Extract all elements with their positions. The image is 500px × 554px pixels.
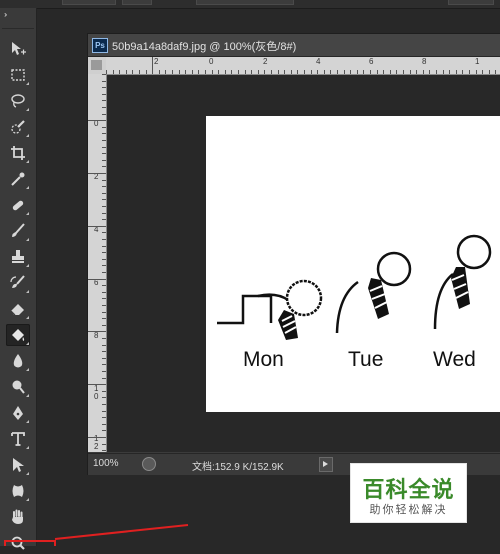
options-bar-control[interactable]: [62, 0, 116, 5]
ruler-label: 2: [94, 172, 99, 181]
panel-collapse-icon[interactable]: ››: [4, 10, 8, 19]
ruler-label: 8: [422, 57, 427, 66]
quick-selection-icon[interactable]: [6, 116, 30, 138]
ruler-label: 2: [154, 57, 159, 66]
move-tool-icon[interactable]: [6, 38, 30, 60]
vertical-ruler[interactable]: 0 2 4 6 8 1 0 1 2: [88, 74, 107, 452]
ruler-label: 4: [316, 57, 321, 66]
proof-setup-icon[interactable]: [142, 457, 156, 471]
watermark-title: 百科全说: [362, 477, 455, 502]
dodge-icon[interactable]: [6, 376, 30, 398]
day-label-mon: Mon: [243, 348, 284, 371]
healing-brush-icon[interactable]: [6, 194, 30, 216]
image-canvas[interactable]: Mon Tue Wed: [206, 116, 500, 412]
canvas-area[interactable]: 2 0 2 4 6 8 1 0 2 4 6 8 1 0 1 2 Mon Tue …: [88, 57, 500, 452]
panel-divider: [2, 28, 34, 29]
custom-shape-icon[interactable]: [6, 480, 30, 502]
crop-icon[interactable]: [6, 142, 30, 164]
status-menu-arrow-icon[interactable]: [319, 457, 333, 472]
document-window: Ps 50b9a14a8daf9.jpg @ 100%(灰色/8#) 2 0 2…: [87, 33, 500, 475]
options-bar-control[interactable]: [122, 0, 152, 5]
red-annotation-mark: [4, 524, 189, 546]
ruler-label: 2: [263, 57, 268, 66]
watermark-slogan: 助你轻松解决: [369, 504, 448, 516]
pen-icon[interactable]: [6, 402, 30, 424]
options-bar-control[interactable]: [448, 0, 494, 5]
ruler-label: 6: [94, 278, 99, 287]
eraser-icon[interactable]: [6, 298, 30, 320]
day-label-wed: Wed: [433, 348, 476, 371]
eyedropper-icon[interactable]: [6, 168, 30, 190]
ruler-label: 1 0: [94, 384, 99, 401]
ruler-label: 8: [94, 331, 99, 340]
day-label-tue: Tue: [348, 348, 384, 371]
brush-icon[interactable]: [6, 220, 30, 242]
ruler-label: 6: [369, 57, 374, 66]
options-bar-control[interactable]: [196, 0, 294, 5]
document-size: 文档:152.9 K/152.9K: [192, 462, 284, 473]
tools-panel: ››: [0, 8, 37, 550]
clone-stamp-icon[interactable]: [6, 246, 30, 268]
baike-watermark-logo: 百科全说 助你轻松解决: [350, 463, 467, 523]
type-icon[interactable]: [6, 428, 30, 450]
ruler-label: 4: [94, 225, 99, 234]
ruler-label: 0: [209, 57, 214, 66]
ruler-label: 1: [475, 57, 480, 66]
horizontal-ruler[interactable]: 2 0 2 4 6 8 1: [106, 57, 500, 75]
path-selection-icon[interactable]: [6, 454, 30, 476]
ruler-origin[interactable]: [88, 57, 107, 75]
marquee-tool-icon[interactable]: [6, 64, 30, 86]
photoshop-logo-icon: Ps: [92, 38, 108, 53]
history-brush-icon[interactable]: [6, 272, 30, 294]
blur-icon[interactable]: [6, 350, 30, 372]
ruler-label: 0: [94, 119, 99, 128]
paint-bucket-icon[interactable]: [6, 324, 30, 346]
zoom-level-field[interactable]: 100%: [93, 458, 119, 469]
options-bar-strip: [0, 0, 500, 9]
lasso-tool-icon[interactable]: [6, 90, 30, 112]
document-tab[interactable]: Ps 50b9a14a8daf9.jpg @ 100%(灰色/8#): [88, 34, 500, 57]
document-title: 50b9a14a8daf9.jpg @ 100%(灰色/8#): [112, 41, 297, 53]
